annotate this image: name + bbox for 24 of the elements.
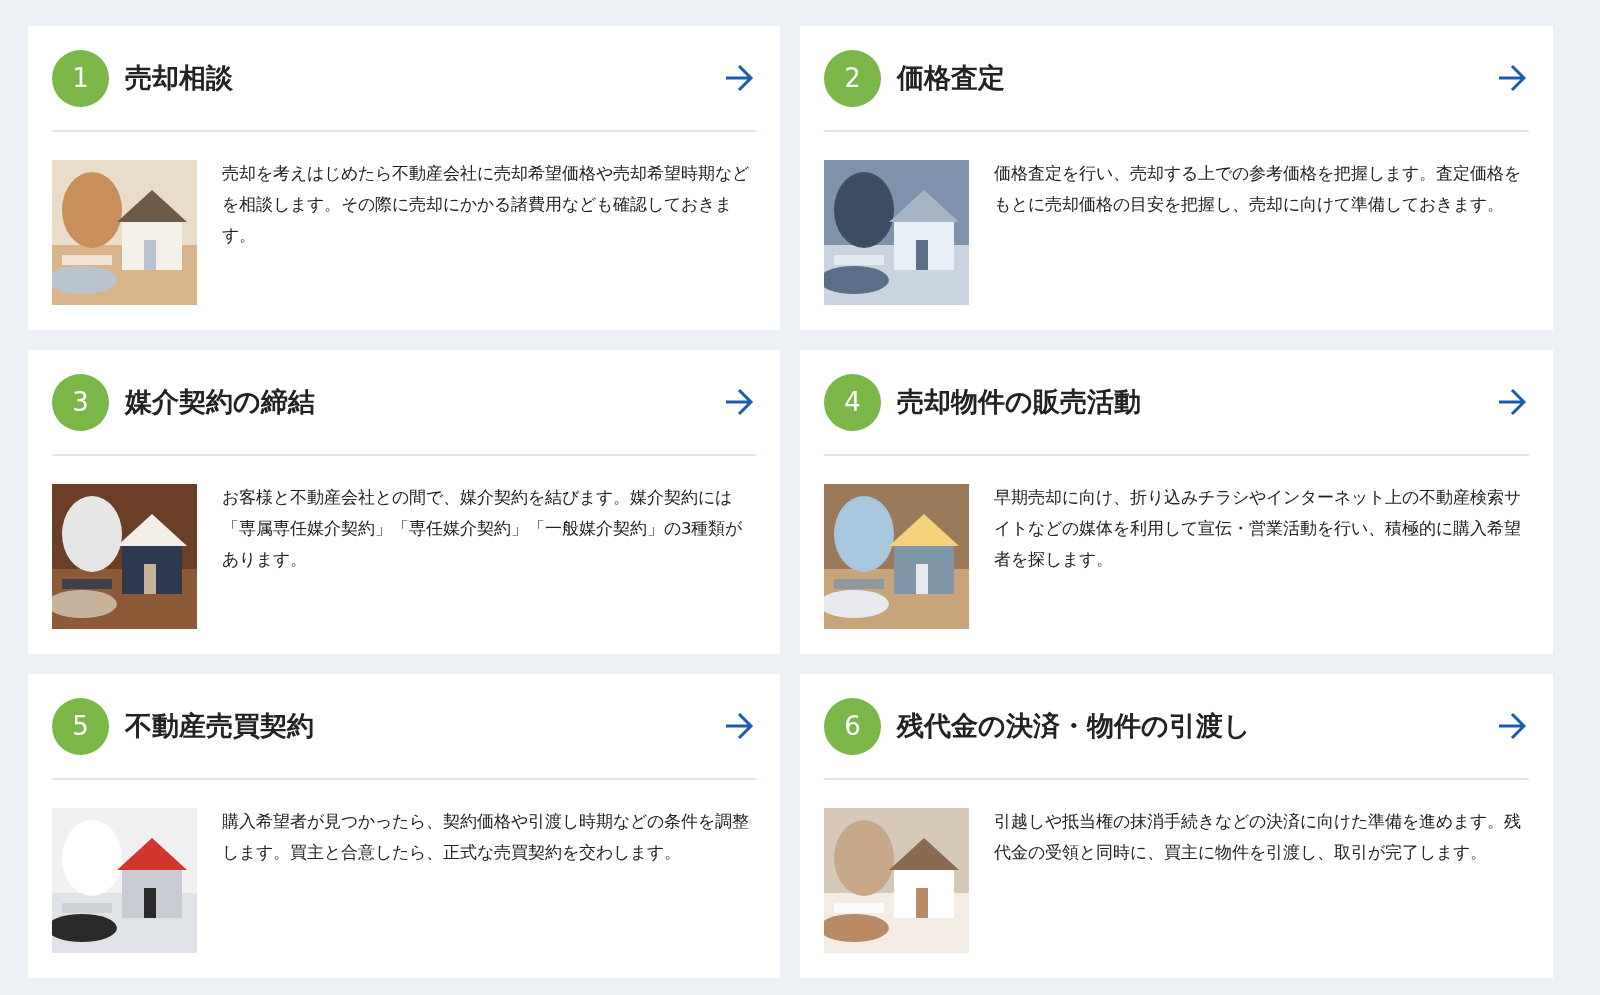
arrow-icon[interactable] bbox=[724, 712, 754, 740]
arrow-icon[interactable] bbox=[724, 388, 754, 416]
step-number: 6 bbox=[824, 697, 881, 755]
step-title: 不動産売買契約 bbox=[125, 709, 315, 743]
step-description: 引越しや抵当権の抹消手続きなどの決済に向けた準備を進めます。残代金の受領と同時に、買主に物件を引渡し、取引が完了します。 bbox=[994, 811, 1522, 864]
arrow-icon[interactable] bbox=[1497, 712, 1527, 740]
step-title: 売却相談 bbox=[125, 61, 234, 95]
step-title: 媒介契約の締結 bbox=[125, 385, 316, 419]
step-number: 2 bbox=[824, 49, 881, 107]
arrow-icon[interactable] bbox=[1497, 64, 1527, 92]
step-description: 早期売却に向け、折り込みチラシやインターネット上の不動産検索サイトなどの媒体を利用して宣伝・営業活動を行い、積極的に購入希望者を探します。 bbox=[994, 487, 1522, 571]
arrow-icon[interactable] bbox=[724, 64, 754, 92]
step-title: 価格査定 bbox=[897, 61, 1006, 95]
step-description: 売却を考えはじめたら不動産会社に売却希望価格や売却希望時期などを相談します。その際に売却にかかる諸費用なども確認しておきます。 bbox=[222, 163, 750, 247]
step-number: 4 bbox=[824, 373, 881, 431]
arrow-icon[interactable] bbox=[1497, 388, 1527, 416]
step-description: 購入希望者が見つかったら、契約価格や引渡し時期などの条件を調整します。買主と合意したら、正式な売買契約を交わします。 bbox=[222, 811, 750, 864]
step-description: お客様と不動産会社との間で、媒介契約を結びます。媒介契約には「専属専任媒介契約」「専任媒介契約」「一般媒介契約」の3種類があります。 bbox=[222, 487, 744, 571]
step-number: 5 bbox=[52, 697, 109, 755]
step-title: 売却物件の販売活動 bbox=[897, 385, 1142, 419]
step-description: 価格査定を行い、売却する上での参考価格を把握します。査定価格をもとに売却価格の目安を把握し、売却に向けて準備しておきます。 bbox=[994, 163, 1522, 216]
step-number: 3 bbox=[52, 373, 109, 431]
step-number: 1 bbox=[52, 49, 109, 107]
step-title: 残代金の決済・物件の引渡し bbox=[897, 709, 1252, 743]
